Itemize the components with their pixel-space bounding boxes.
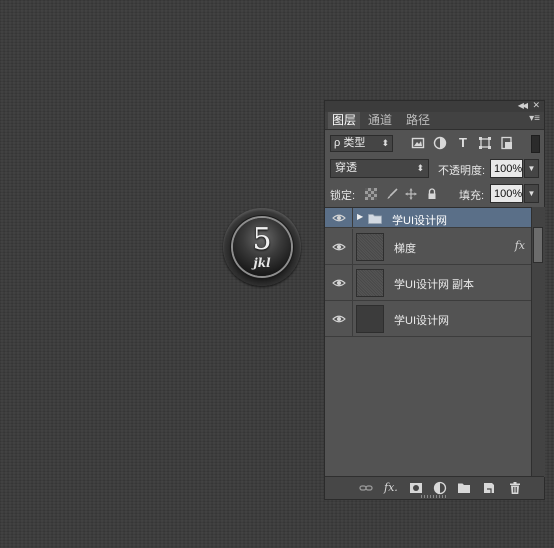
collapse-panel-icon[interactable]: ◀◀ [518,101,528,110]
folder-icon [368,214,382,224]
keypad-letters: jkl [253,256,271,270]
type-filter-icon[interactable]: T [456,136,470,150]
layers-panel: ◀◀ ✕ 图层 通道 路径 ▾≡ ρ 类型 ⬍ T 穿透 ⬍ 不透明度: 100… [324,100,545,500]
panel-menu-icon[interactable]: ▾≡ [529,113,540,124]
fx-icon[interactable]: fx [515,239,525,252]
resize-grip[interactable] [421,495,447,498]
trash-icon[interactable] [508,481,522,495]
scrollbar-thumb[interactable] [533,227,543,263]
close-icon[interactable]: ✕ [532,100,540,111]
shape-filter-icon[interactable] [478,136,492,150]
pixel-filter-icon[interactable] [411,136,425,150]
blend-mode-select[interactable]: 穿透 ⬍ [330,159,429,178]
add-mask-icon[interactable] [409,481,423,495]
layer-name: 学UI设计网 副本 [394,279,475,291]
lock-label: 锁定: [330,190,356,202]
panel-bottom-toolbar: fx. [325,476,544,499]
panel-title-bar[interactable]: ◀◀ ✕ [325,100,544,112]
layer-thumbnail [356,269,384,297]
layers-list: ▶ 学UI设计网 梯度 fx 学UI设计网 副本 学UI设计网 [325,207,531,478]
fill-label: 填充: [459,190,485,202]
layer-filter-row: ρ 类型 ⬍ T [325,133,544,155]
layer-name: 梯度 [394,243,416,255]
add-layer-style-icon[interactable]: fx. [384,481,398,495]
tab-layers[interactable]: 图层 [328,112,361,129]
layer-divider [352,229,353,264]
eye-visibility-icon[interactable] [332,211,346,225]
layer-row-gradient[interactable]: 梯度 fx [325,229,531,265]
new-group-folder-icon[interactable] [457,481,471,495]
layer-row-group[interactable]: ▶ 学UI设计网 [325,208,531,228]
layer-divider [352,208,353,227]
keypad-button-face: 5 jkl [233,218,291,276]
layer-row-base[interactable]: 学UI设计网 [325,301,531,337]
new-layer-icon[interactable] [482,481,496,495]
blend-row: 穿透 ⬍ 不透明度: 100% ▼ [325,158,544,180]
adjustment-filter-icon[interactable] [433,136,447,150]
panel-tabs: 图层 通道 路径 ▾≡ [325,112,544,130]
lock-row: 锁定: 填充: 100% ▼ [325,183,544,205]
layer-row-copy[interactable]: 学UI设计网 副本 [325,265,531,301]
fill-input[interactable]: 100% [490,184,523,203]
filter-toggle-switch[interactable] [531,135,540,153]
lock-transparency-icon[interactable] [365,188,377,200]
tab-channels[interactable]: 通道 [364,112,396,129]
expand-arrow-icon[interactable]: ▶ [357,212,363,221]
lock-all-padlock-icon[interactable] [426,188,438,200]
new-adjustment-layer-icon[interactable] [433,481,447,495]
layer-divider [352,301,353,336]
keypad-digit: 5 [252,222,272,257]
eye-visibility-icon[interactable] [332,240,346,254]
updown-caret-icon: ⬍ [416,163,424,173]
eye-visibility-icon[interactable] [332,312,346,326]
fill-dropdown-button[interactable]: ▼ [524,184,539,203]
lock-position-move-icon[interactable] [405,188,417,200]
layer-thumbnail [356,305,384,333]
blend-mode-value: 穿透 [335,162,357,174]
link-layers-icon[interactable] [359,481,373,495]
layer-name: 学UI设计网 [394,315,449,327]
opacity-label: 不透明度: [438,165,486,177]
layer-divider [352,265,353,300]
keypad-button: 5 jkl [223,208,301,286]
updown-caret-icon: ⬍ [381,138,389,148]
filter-type-select[interactable]: ρ 类型 ⬍ [330,135,393,152]
layers-scrollbar[interactable] [531,207,545,477]
opacity-dropdown-button[interactable]: ▼ [524,159,539,178]
filter-type-label: ρ 类型 [334,137,366,149]
lock-pixels-brush-icon[interactable] [386,188,398,200]
eye-visibility-icon[interactable] [332,276,346,290]
layer-thumbnail [356,233,384,261]
smart-object-filter-icon[interactable] [500,136,514,150]
opacity-input[interactable]: 100% [490,159,523,178]
tab-paths[interactable]: 路径 [402,112,434,129]
layer-name: 学UI设计网 [392,215,447,227]
